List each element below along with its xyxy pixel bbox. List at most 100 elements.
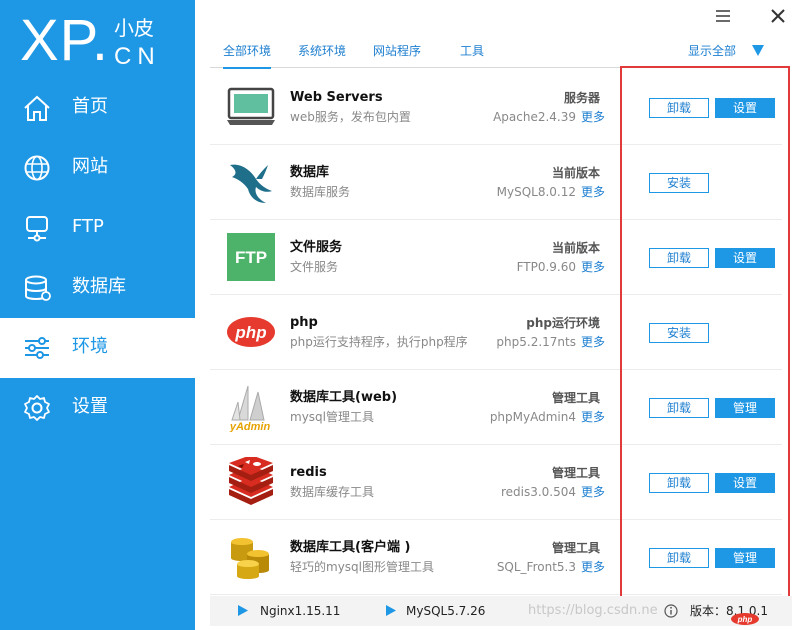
sqlfront-icon xyxy=(231,538,269,579)
row-title: 数据库工具(web) xyxy=(290,390,398,405)
sidebar-item-label: 环境 xyxy=(72,336,108,357)
phpmyadmin-icon: yAdmin xyxy=(229,385,271,432)
triangle-down-icon[interactable] xyxy=(752,45,764,56)
row-kind: 管理工具 xyxy=(551,541,600,555)
status-bar: Nginx1.15.11 MySQL5.7.26 https://blog.cs… xyxy=(210,596,792,626)
row-title: php xyxy=(290,315,318,330)
manage-button[interactable]: 管理 xyxy=(715,548,775,568)
monitor-icon xyxy=(227,87,275,125)
php-watermark-badge: php xyxy=(731,613,759,625)
row-title: Web Servers xyxy=(290,90,383,105)
redis-icon xyxy=(229,457,273,505)
more-link[interactable]: 更多 xyxy=(581,334,605,350)
home-icon xyxy=(24,95,50,121)
row-version: SQL_Front5.3 xyxy=(496,560,576,574)
row-title: 文件服务 xyxy=(290,240,343,255)
sidebar-item-label: FTP xyxy=(72,216,104,237)
uninstall-button[interactable]: 卸载 xyxy=(649,248,709,268)
globe-icon xyxy=(24,155,50,181)
sidebar-item-label: 网站 xyxy=(72,156,108,177)
list-item: 数据库 数据库服务 当前版本 MySQL8.0.12 更多 安装 xyxy=(210,145,782,220)
row-description: web服务，发布包内置 xyxy=(290,110,411,124)
uninstall-button[interactable]: 卸载 xyxy=(649,548,709,568)
environment-list: Web Servers web服务，发布包内置 服务器 Apache2.4.39… xyxy=(210,70,782,595)
row-kind: 当前版本 xyxy=(551,241,600,255)
install-button[interactable]: 安装 xyxy=(649,323,709,343)
row-kind: 服务器 xyxy=(563,91,600,105)
list-item: 数据库工具(客户端 ) 轻巧的mysql图形管理工具 管理工具 SQL_Fron… xyxy=(210,520,782,595)
row-description: mysql管理工具 xyxy=(290,410,374,424)
logo-brand: XP. xyxy=(20,8,110,73)
tab-website-programs[interactable]: 网站程序 xyxy=(373,43,421,59)
menu-icon[interactable] xyxy=(714,7,732,25)
row-description: 数据库缓存工具 xyxy=(290,485,375,499)
list-item: php php php运行支持程序，执行php程序 php运行环境 php5.2… xyxy=(210,295,782,370)
list-item: yAdmin 数据库工具(web) mysql管理工具 管理工具 phpMyAd… xyxy=(210,370,782,445)
show-all-filter[interactable]: 显示全部 xyxy=(688,43,736,59)
more-link[interactable]: 更多 xyxy=(581,109,605,125)
list-item: FTP 文件服务 文件服务 当前版本 FTP0.9.60 更多 卸载 设置 xyxy=(210,220,782,295)
row-title: 数据库 xyxy=(290,165,330,180)
mysql-service[interactable]: MySQL5.7.26 xyxy=(406,603,485,619)
tab-all-environments[interactable]: 全部环境 xyxy=(223,43,272,69)
row-kind: 当前版本 xyxy=(551,166,600,180)
play-icon[interactable] xyxy=(386,605,396,616)
settings-button[interactable]: 设置 xyxy=(715,473,775,493)
sidebar-item-label: 数据库 xyxy=(72,276,126,297)
more-link[interactable]: 更多 xyxy=(581,559,605,575)
sliders-icon xyxy=(25,337,49,359)
uninstall-button[interactable]: 卸载 xyxy=(649,98,709,118)
list-item: redis 数据库缓存工具 管理工具 redis3.0.504 更多 卸载 设置 xyxy=(210,445,782,520)
logo-cn-bottom: CN xyxy=(114,43,161,70)
row-description: php运行支持程序，执行php程序 xyxy=(290,335,468,349)
more-link[interactable]: 更多 xyxy=(581,484,605,500)
row-version: redis3.0.504 xyxy=(500,485,576,499)
sidebar-item-database[interactable]: 数据库 xyxy=(0,258,195,318)
php-badge-label: php xyxy=(737,615,753,624)
mysql-dolphin-icon xyxy=(230,164,272,203)
info-icon xyxy=(664,604,678,618)
list-item: Web Servers web服务，发布包内置 服务器 Apache2.4.39… xyxy=(210,70,782,145)
logo-cn-top: 小皮 xyxy=(114,16,154,40)
sidebar-item-label: 设置 xyxy=(72,396,108,417)
install-button[interactable]: 安装 xyxy=(649,173,709,193)
watermark: https://blog.csdn.ne xyxy=(528,603,658,618)
database-icon xyxy=(25,275,51,301)
more-link[interactable]: 更多 xyxy=(581,184,605,200)
nginx-service[interactable]: Nginx1.15.11 xyxy=(260,603,340,619)
row-version: Apache2.4.39 xyxy=(493,110,576,124)
close-icon[interactable] xyxy=(768,6,788,26)
sidebar-item-label: 首页 xyxy=(72,96,108,117)
play-icon[interactable] xyxy=(238,605,248,616)
uninstall-button[interactable]: 卸载 xyxy=(649,398,709,418)
php-icon-label: php xyxy=(234,323,266,342)
manage-button[interactable]: 管理 xyxy=(715,398,775,418)
sidebar: XP. 小皮 CN 首页 网站 FTP 数据库 环境 设置 xyxy=(0,0,195,630)
row-description: 数据库服务 xyxy=(290,185,351,199)
row-description: 文件服务 xyxy=(290,260,339,274)
sidebar-item-website[interactable]: 网站 xyxy=(0,138,195,198)
server-icon xyxy=(26,216,48,242)
tab-system-environments[interactable]: 系统环境 xyxy=(298,43,346,59)
row-kind: php运行环境 xyxy=(526,316,600,330)
ftp-icon: FTP xyxy=(227,233,275,281)
row-title: redis xyxy=(290,465,327,480)
sidebar-item-home[interactable]: 首页 xyxy=(0,78,195,138)
row-version: phpMyAdmin4 xyxy=(489,410,576,424)
phpmyadmin-icon-label: yAdmin xyxy=(229,421,271,432)
row-kind: 管理工具 xyxy=(551,466,600,480)
settings-button[interactable]: 设置 xyxy=(715,248,775,268)
sidebar-item-environment[interactable]: 环境 xyxy=(0,318,195,378)
tab-tools[interactable]: 工具 xyxy=(460,43,484,59)
more-link[interactable]: 更多 xyxy=(581,409,605,425)
uninstall-button[interactable]: 卸载 xyxy=(649,473,709,493)
row-version: php5.2.17nts xyxy=(496,335,576,349)
more-link[interactable]: 更多 xyxy=(581,259,605,275)
row-kind: 管理工具 xyxy=(551,391,600,405)
gear-icon xyxy=(24,395,50,421)
sidebar-item-ftp[interactable]: FTP xyxy=(0,198,195,258)
settings-button[interactable]: 设置 xyxy=(715,98,775,118)
logo: XP. 小皮 CN xyxy=(0,0,195,82)
sidebar-item-settings[interactable]: 设置 xyxy=(0,378,195,438)
php-icon: php xyxy=(227,317,275,347)
